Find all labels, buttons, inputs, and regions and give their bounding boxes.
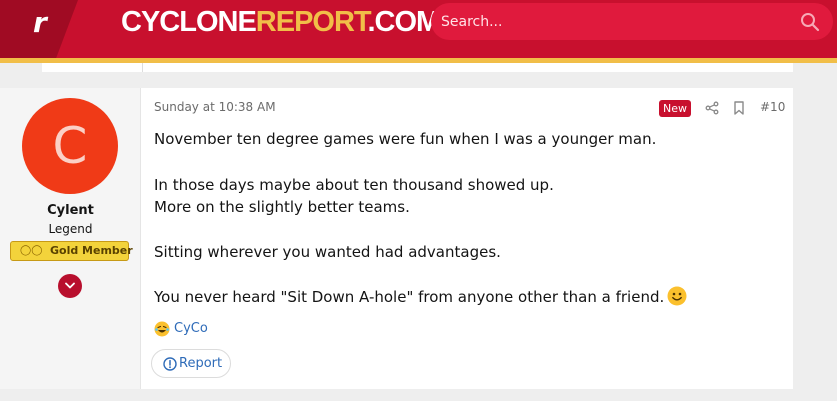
search-box[interactable] [431, 3, 833, 40]
bookmark-icon[interactable] [733, 101, 745, 115]
message-line: November ten degree games were fun when … [154, 130, 657, 148]
site-title-part1: CYCLONE [121, 6, 257, 38]
smile-emoji-icon [667, 286, 687, 306]
message-line-text: You never heard "Sit Down A-hole" from a… [154, 288, 665, 306]
message-line-last: You never heard "Sit Down A-hole" from a… [154, 286, 687, 308]
site-header: r CYCLONEREPORT.COM [0, 0, 837, 58]
info-icon [163, 357, 177, 371]
avatar[interactable]: C [22, 98, 118, 194]
message-line: Sitting wherever you wanted had advantag… [154, 243, 501, 261]
share-icon[interactable] [705, 101, 719, 115]
message-line: In those days maybe about ten thousand s… [154, 176, 554, 194]
post-timestamp[interactable]: Sunday at 10:38 AM [154, 99, 276, 115]
forum-post: C Cylent Legend ◯◯ Gold Member Sunday at… [0, 88, 793, 389]
search-icon[interactable] [800, 12, 820, 32]
post-author-column: C Cylent Legend ◯◯ Gold Member [0, 88, 141, 389]
header-logo-block[interactable]: r [0, 0, 78, 58]
reaction-user-link[interactable]: CyCo [174, 320, 208, 338]
expand-user-info-button[interactable] [58, 274, 82, 298]
badge-label: Gold Member [50, 244, 133, 257]
new-badge: New [659, 100, 691, 117]
username[interactable]: Cylent [0, 202, 141, 220]
previous-post-bottom [42, 63, 793, 72]
site-title-part3: .COM [367, 6, 440, 38]
site-title-part2: REPORT [255, 6, 369, 38]
gold-member-badge: ◯◯ Gold Member [10, 241, 133, 261]
laughing-emoji-icon [154, 321, 170, 337]
search-input[interactable] [441, 3, 791, 40]
logo-mark[interactable]: r [33, 6, 47, 40]
report-button[interactable]: Report [151, 349, 231, 378]
post-number-link[interactable]: #10 [760, 99, 785, 115]
site-title[interactable]: CYCLONEREPORT.COM [121, 4, 440, 40]
message-line: More on the slightly better teams. [154, 198, 410, 216]
chevron-down-icon [65, 282, 75, 289]
report-button-label: Report [179, 356, 223, 371]
column-divider [142, 63, 143, 72]
shield-icon: ◯◯ [20, 245, 43, 256]
user-title: Legend [48, 222, 93, 236]
